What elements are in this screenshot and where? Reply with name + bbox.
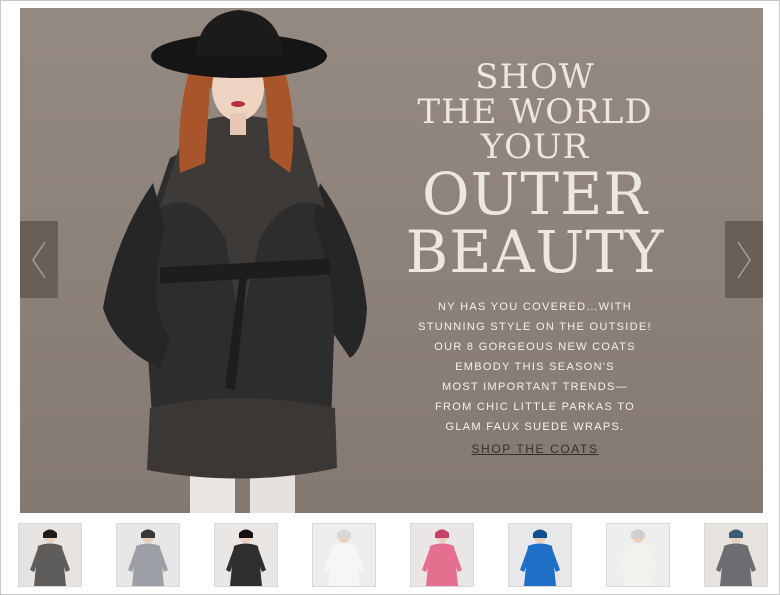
promo-copy-line: OUR 8 GORGEOUS NEW COATS (434, 341, 636, 353)
coat-thumbnail[interactable] (606, 523, 670, 587)
coat-thumbnail[interactable] (704, 523, 768, 587)
thumbnail-strip (18, 523, 768, 587)
headline: SHOW THE WORLD YOUR OUTER BEAUTY (400, 60, 670, 281)
model-image (103, 10, 367, 513)
promo-copy: NY HAS YOU COVERED…WITH STUNNING STYLE O… (405, 297, 665, 437)
hero-banner[interactable]: SHOW THE WORLD YOUR OUTER BEAUTY NY HAS … (20, 8, 763, 513)
coat-thumbnail-image (226, 529, 266, 586)
coat-thumbnail[interactable] (508, 523, 572, 587)
coat-thumbnail-image (324, 529, 364, 586)
next-slide-button[interactable] (725, 221, 763, 298)
headline-line-1: SHOW (475, 57, 595, 97)
coat-thumbnail-image (30, 529, 70, 586)
coat-thumbnail[interactable] (116, 523, 180, 587)
headline-line-5: BEAUTY (405, 218, 665, 286)
promo-copy-line: STUNNING STYLE ON THE OUTSIDE! (418, 321, 652, 333)
headline-line-4: OUTER (421, 160, 649, 228)
coat-thumbnail[interactable] (18, 523, 82, 587)
coat-thumbnail[interactable] (214, 523, 278, 587)
promo-copy-line: FROM CHIC LITTLE PARKAS TO (434, 401, 636, 413)
headline-line-2: THE WORLD (417, 92, 653, 132)
coat-thumbnail-image (618, 529, 658, 586)
coat-thumbnail-image (716, 529, 756, 586)
promo-copy-line: MOST IMPORTANT TRENDS— (442, 381, 628, 393)
previous-slide-button[interactable] (20, 221, 58, 298)
chevron-right-icon (737, 241, 751, 278)
coat-thumbnail-image (128, 529, 168, 586)
coat-thumbnail[interactable] (312, 523, 376, 587)
coat-thumbnail-image (520, 529, 560, 586)
carousel-frame: SHOW THE WORLD YOUR OUTER BEAUTY NY HAS … (0, 0, 780, 595)
coat-thumbnail-image (422, 529, 462, 586)
shop-the-coats-link[interactable]: SHOP THE COATS (405, 442, 665, 456)
promo-copy-line: EMBODY THIS SEASON'S (455, 361, 615, 373)
headline-line-3: YOUR (480, 127, 590, 167)
promo-copy-line: NY HAS YOU COVERED…WITH (438, 301, 632, 313)
coat-thumbnail[interactable] (410, 523, 474, 587)
promo-copy-line: GLAM FAUX SUEDE WRAPS. (445, 421, 625, 433)
chevron-left-icon (32, 241, 46, 278)
